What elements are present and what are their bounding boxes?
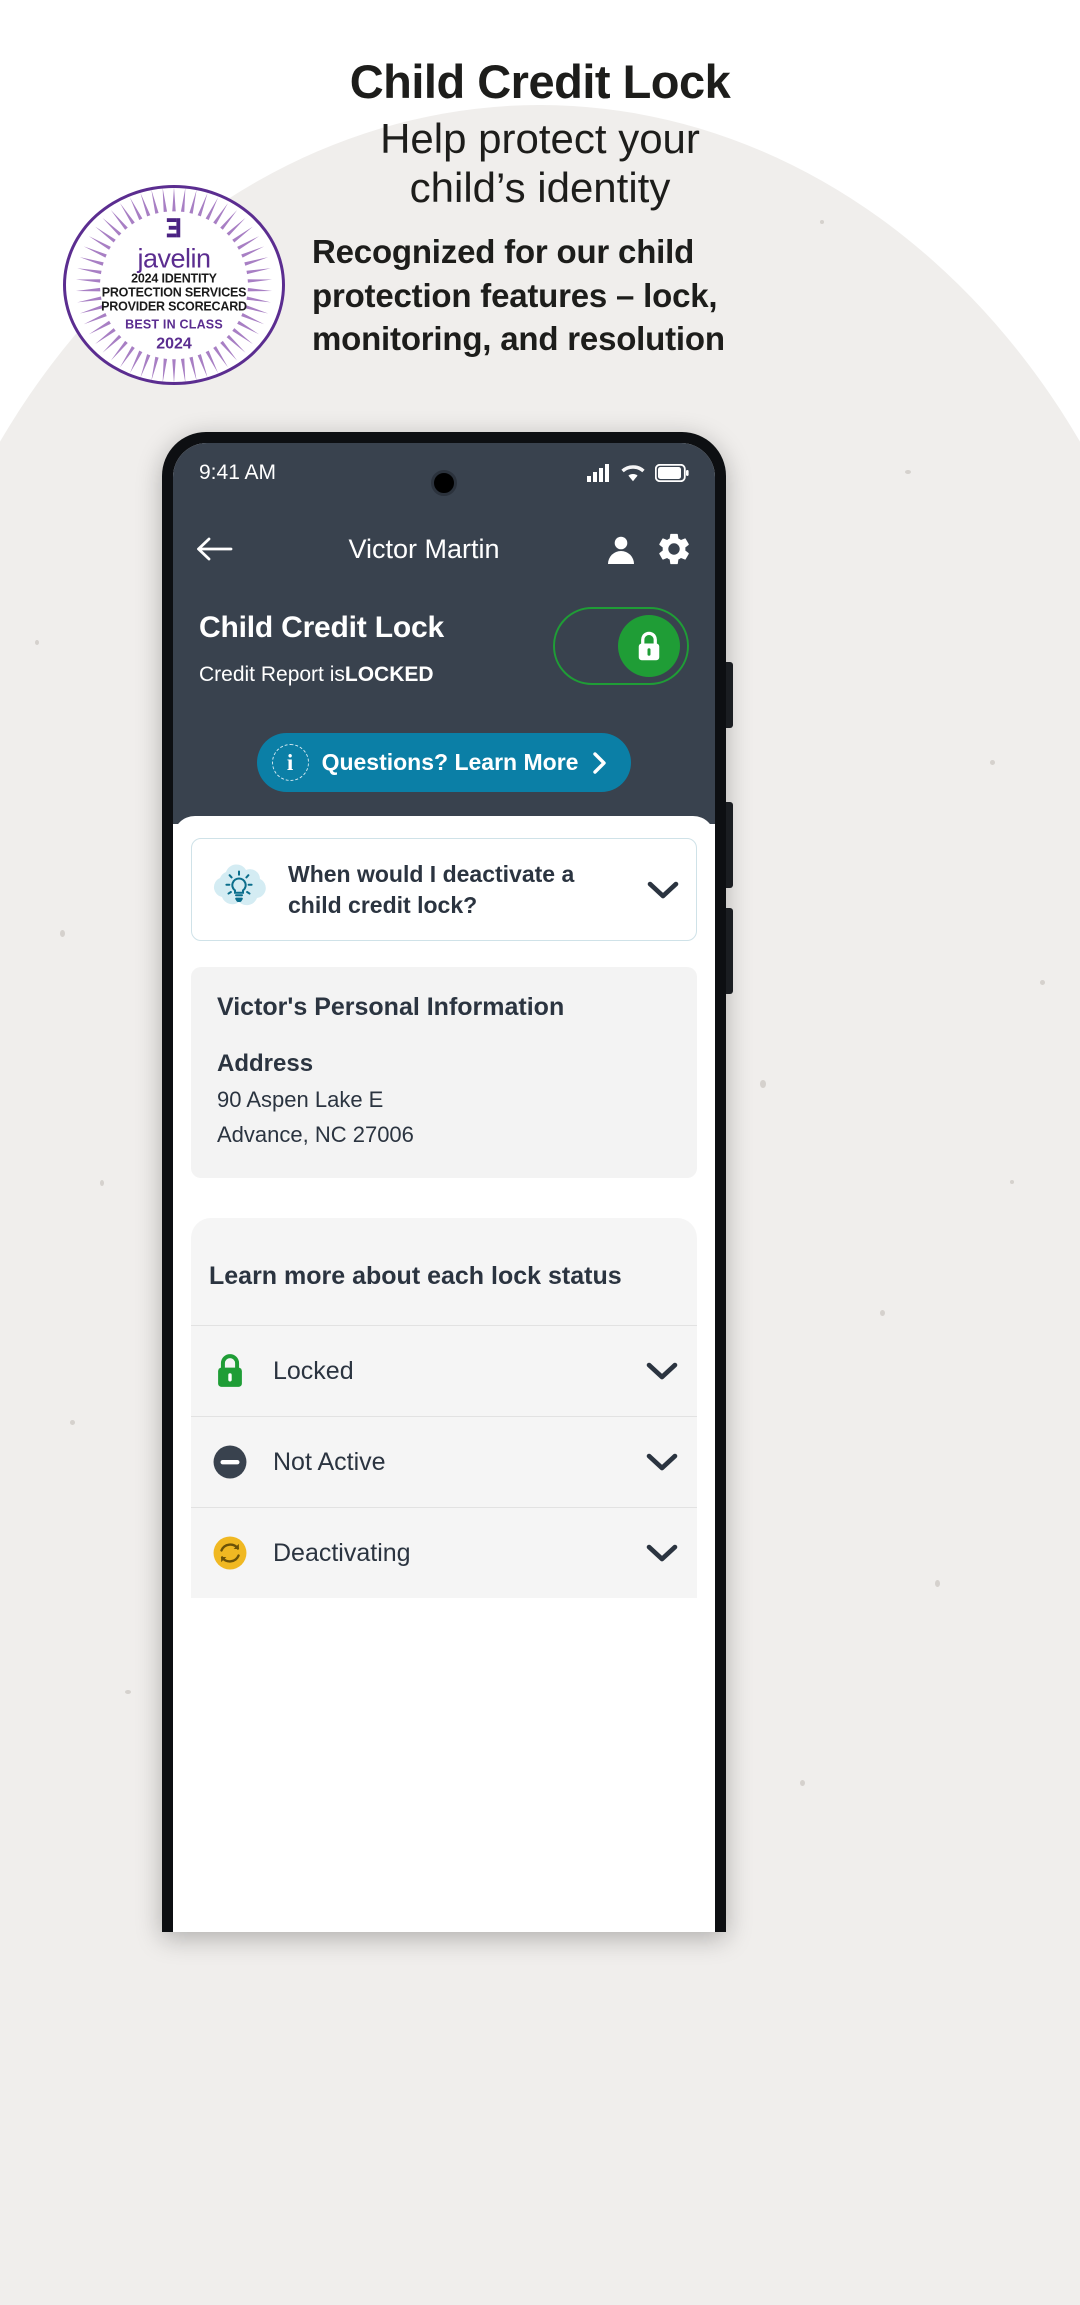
lock-closed-icon (209, 1352, 251, 1390)
personal-information-title: Victor's Personal Information (217, 993, 565, 1022)
lock-status-section: Learn more about each lock status Locked (191, 1218, 697, 1599)
header-title: Victor Martin (348, 533, 500, 564)
lock-status-label: Deactivating (273, 1538, 411, 1567)
back-arrow-icon (197, 537, 233, 561)
phone-volume-up-button (726, 802, 733, 888)
refresh-circle-icon (209, 1534, 251, 1572)
profile-button[interactable] (603, 531, 639, 567)
badge-line-3: PROVIDER SCORECARD (101, 299, 247, 314)
phone-volume-down-button (726, 908, 733, 994)
chevron-down-icon[interactable] (645, 1451, 679, 1473)
javelin-award-badge: javelin 2024 IDENTITY PROTECTION SERVICE… (63, 185, 285, 385)
lock-status-text: Credit Report isLOCKED (199, 663, 444, 687)
status-bar-time: 9:41 AM (199, 461, 277, 484)
badge-line-1: 2024 IDENTITY (131, 271, 217, 286)
status-bar-icons (587, 464, 689, 482)
lightbulb-icon (213, 864, 266, 905)
lock-status-row-deactivating[interactable]: Deactivating (191, 1507, 697, 1598)
chevron-down-icon[interactable] (645, 1360, 679, 1382)
learn-more-container: i Questions? Learn More (173, 687, 715, 824)
info-icon: i (271, 744, 309, 781)
chevron-down-icon[interactable] (646, 879, 680, 901)
hero-section: Child Credit Lock Help protect your chil… (0, 0, 1080, 357)
front-camera-punch-hole (431, 470, 457, 496)
lock-status-row-not-active[interactable]: Not Active (191, 1416, 697, 1507)
credit-lock-toggle[interactable] (553, 607, 689, 685)
address-label: Address (217, 1050, 314, 1078)
javelin-wordmark: javelin (137, 243, 211, 274)
cellular-signal-icon (587, 464, 609, 482)
hero-body-text: Recognized for our child protection feat… (312, 233, 725, 358)
chevron-down-icon[interactable] (645, 1542, 679, 1564)
lock-status-label: Locked (273, 1356, 354, 1385)
phone-power-button (726, 662, 733, 728)
credit-lock-toggle-knob (618, 615, 680, 677)
learn-more-label: Questions? Learn More (321, 749, 579, 775)
badge-year: 2024 (156, 335, 192, 353)
badge-line-2: PROTECTION SERVICES (101, 285, 247, 300)
minus-circle-icon (209, 1443, 251, 1481)
badge-best-in-class: BEST IN CLASS (125, 317, 223, 332)
personal-information-card: Victor's Personal Information Address 90… (191, 967, 697, 1179)
faq-accordion-item[interactable]: When would I deactivate a child credit l… (191, 838, 697, 942)
questions-learn-more-button[interactable]: i Questions? Learn More (256, 733, 632, 792)
lock-status-prefix: Credit Report is (199, 663, 345, 686)
phone-screen: 9:41 AM Victor Martin Child Credit Lock … (173, 443, 715, 1932)
address-line-1: 90 Aspen Lake E (217, 1087, 384, 1113)
address-line-2: Advance, NC 27006 (217, 1122, 414, 1148)
lock-status-row-locked[interactable]: Locked (191, 1325, 697, 1416)
javelin-logo-mark-icon (166, 218, 180, 238)
person-icon (608, 536, 634, 564)
hero-subtitle-line-1: Help protect your (380, 114, 700, 162)
child-credit-lock-panel: Child Credit Lock Credit Report isLOCKED (173, 595, 715, 687)
back-button[interactable] (195, 535, 233, 563)
chevron-right-icon (593, 751, 607, 774)
app-header: Victor Martin (173, 503, 715, 595)
lock-status-label: Not Active (273, 1447, 386, 1476)
lock-status-value: LOCKED (344, 663, 434, 686)
lock-icon (638, 631, 660, 660)
wifi-icon (621, 465, 645, 482)
phone-mockup: 9:41 AM Victor Martin Child Credit Lock … (162, 432, 733, 1932)
gear-icon (659, 533, 689, 565)
battery-icon (655, 464, 689, 482)
status-bar: 9:41 AM (173, 443, 715, 503)
badge-content: javelin 2024 IDENTITY PROTECTION SERVICE… (98, 216, 250, 353)
content-sheet: When would I deactivate a child credit l… (173, 816, 715, 1599)
faq-question-text: When would I deactivate a child credit l… (288, 861, 575, 918)
lock-panel-title: Child Credit Lock (199, 611, 444, 644)
settings-button[interactable] (655, 530, 693, 568)
lightbulb-icon-container (208, 864, 270, 916)
page-title: Child Credit Lock (349, 55, 731, 108)
lock-status-heading: Learn more about each lock status (209, 1262, 622, 1291)
